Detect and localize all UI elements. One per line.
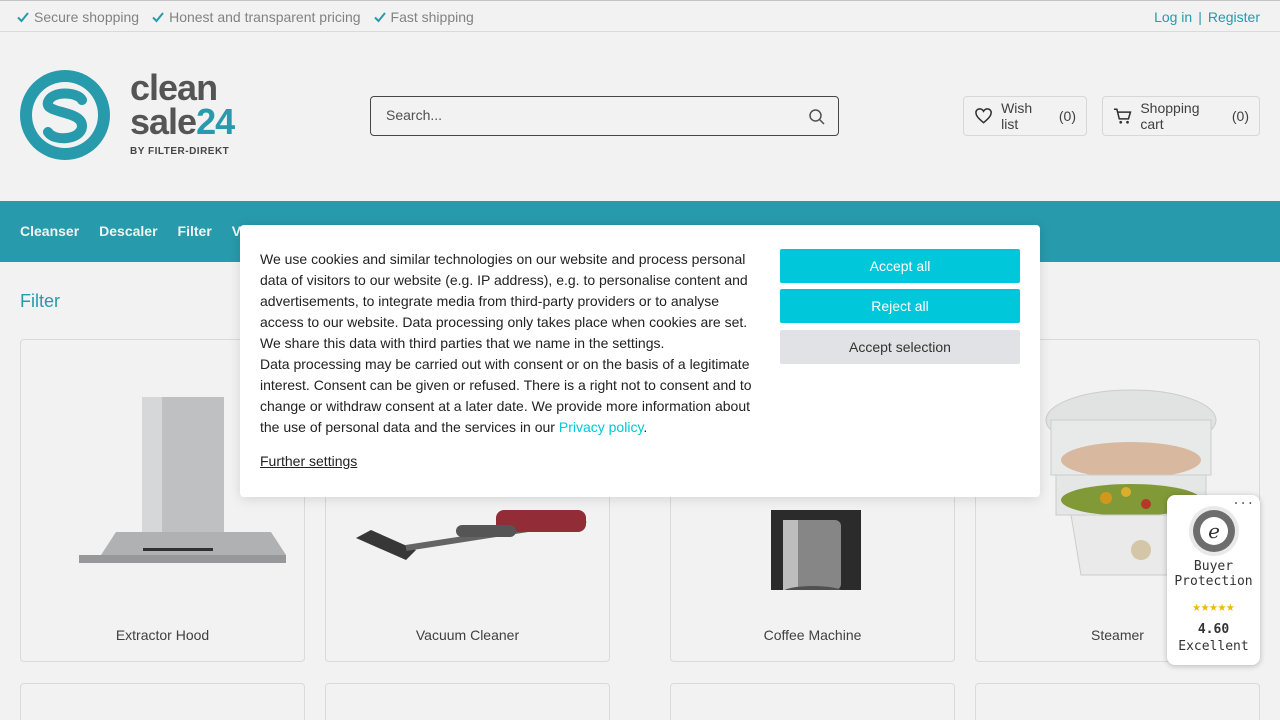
trusted-shops-seal-icon: e	[1189, 506, 1239, 556]
further-settings-link[interactable]: Further settings	[260, 453, 357, 469]
badge-title: Buyer Protection	[1167, 559, 1260, 589]
trusted-shops-badge[interactable]: ... e Buyer Protection ★★★★★ 4.60 Excell…	[1167, 493, 1260, 665]
cookie-paragraph-1: We use cookies and similar technologies …	[260, 251, 748, 351]
privacy-policy-link[interactable]: Privacy policy	[559, 419, 644, 435]
svg-text:e: e	[1208, 519, 1220, 543]
rating-label: Excellent	[1178, 639, 1249, 654]
rating-stars-icon: ★★★★★	[1192, 599, 1235, 615]
badge-title-line2: Protection	[1174, 574, 1253, 589]
cookie-paragraph-2: Data processing may be carried out with …	[260, 354, 760, 438]
cookie-text: We use cookies and similar technologies …	[260, 249, 760, 438]
accept-selection-button[interactable]: Accept selection	[780, 330, 1020, 364]
cookie-consent-dialog: We use cookies and similar technologies …	[240, 225, 1040, 497]
badge-title-line1: Buyer	[1193, 559, 1234, 574]
reject-all-button[interactable]: Reject all	[780, 289, 1020, 323]
cookie-paragraph-2-end: .	[643, 419, 648, 435]
rating-score: 4.60	[1197, 622, 1230, 637]
accept-all-button[interactable]: Accept all	[780, 249, 1020, 283]
cookie-paragraph-2-text: Data processing may be carried out with …	[260, 356, 752, 435]
